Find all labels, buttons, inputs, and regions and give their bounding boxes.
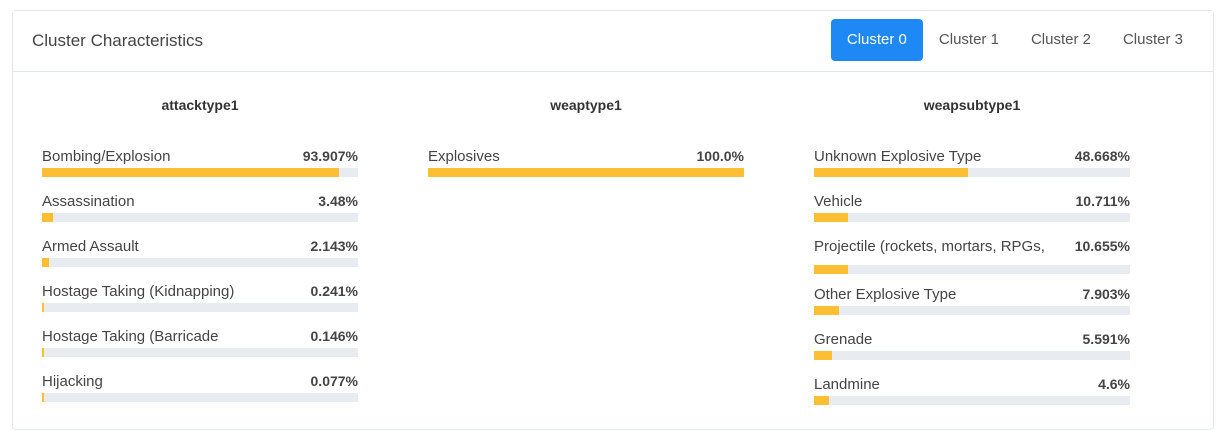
progress-bar <box>42 393 358 402</box>
progress-bar-fill <box>42 258 49 267</box>
tab-cluster-2[interactable]: Cluster 2 <box>1015 19 1107 61</box>
card-header: Cluster Characteristics Cluster 0 Cluste… <box>13 11 1213 72</box>
row-label: Other Explosive Type <box>814 286 957 303</box>
row-value: 3.48% <box>318 193 358 209</box>
tab-cluster-0[interactable]: Cluster 0 <box>830 19 923 61</box>
progress-bar-fill <box>42 348 44 357</box>
progress-bar-fill <box>814 168 968 177</box>
progress-bar <box>428 168 744 177</box>
progress-bar <box>42 213 358 222</box>
row-label: Assassination <box>42 193 135 210</box>
row-label: Hostage Taking (Barricade <box>42 328 219 345</box>
row-value: 93.907% <box>302 148 358 164</box>
column-title: attacktype1 <box>161 97 239 113</box>
row-label: Unknown Explosive Type <box>814 148 982 165</box>
row-value: 0.077% <box>310 373 358 389</box>
progress-bar-fill <box>814 306 839 315</box>
column-attacktype1: attacktype1 Bombing/Explosion 93.907% Assas… <box>42 95 358 402</box>
row-label: Armed Assault <box>42 238 139 255</box>
progress-bar <box>814 265 1130 274</box>
row-value: 5.591% <box>1082 331 1130 347</box>
tab-cluster-1[interactable]: Cluster 1 <box>923 19 1015 61</box>
progress-bar <box>814 396 1130 405</box>
cluster-characteristics-card: Cluster Characteristics Cluster 0 Cluste… <box>12 10 1214 430</box>
row-label: Hostage Taking (Kidnapping) <box>42 283 235 300</box>
progress-bar <box>814 351 1130 360</box>
card-title: Cluster Characteristics <box>32 31 203 50</box>
row-label: Landmine <box>814 376 880 393</box>
column-weapsubtype1: weapsubtype1 Unknown Explosive Type 48.668… <box>814 95 1130 405</box>
progress-bar-fill <box>814 265 848 274</box>
progress-bar-fill <box>814 213 848 222</box>
row-value: 0.241% <box>310 283 358 299</box>
progress-bar-fill <box>42 213 53 222</box>
progress-bar-fill <box>814 396 829 405</box>
column-title: weapsubtype1 <box>923 97 1021 113</box>
progress-bar <box>42 303 358 312</box>
row-label: Projectile (rockets, mortars, RPGs, <box>814 238 1045 255</box>
progress-bar-fill <box>814 351 832 360</box>
row-value: 100.0% <box>696 148 744 164</box>
row-value: 2.143% <box>310 238 358 254</box>
column-title: weaptype1 <box>550 97 622 113</box>
row-label: Bombing/Explosion <box>42 148 171 165</box>
progress-bar <box>814 213 1130 222</box>
progress-bar <box>814 168 1130 177</box>
row-label: Vehicle <box>814 193 863 210</box>
tab-cluster-3[interactable]: Cluster 3 <box>1107 19 1199 61</box>
column-weaptype1: weaptype1 Explosives 100.0% <box>428 95 744 177</box>
cluster-tabs: Cluster 0 Cluster 1 Cluster 2 Cluster 3 <box>830 19 1199 61</box>
progress-bar <box>814 306 1130 315</box>
row-label: Hijacking <box>42 373 103 390</box>
progress-bar-fill <box>42 168 339 177</box>
row-label: Explosives <box>428 148 500 165</box>
progress-bar <box>42 348 358 357</box>
row-value: 4.6% <box>1098 376 1130 392</box>
row-value: 0.146% <box>310 328 358 344</box>
row-value: 7.903% <box>1082 286 1130 302</box>
progress-bar-fill <box>42 303 44 312</box>
row-value: 10.655% <box>1074 238 1130 254</box>
row-value: 10.711% <box>1075 193 1131 209</box>
progress-bar-fill <box>428 168 744 177</box>
progress-bar <box>42 258 358 267</box>
row-label: Grenade <box>814 331 873 348</box>
progress-bar <box>42 168 358 177</box>
row-value: 48.668% <box>1074 148 1130 164</box>
progress-bar-fill <box>42 393 44 402</box>
